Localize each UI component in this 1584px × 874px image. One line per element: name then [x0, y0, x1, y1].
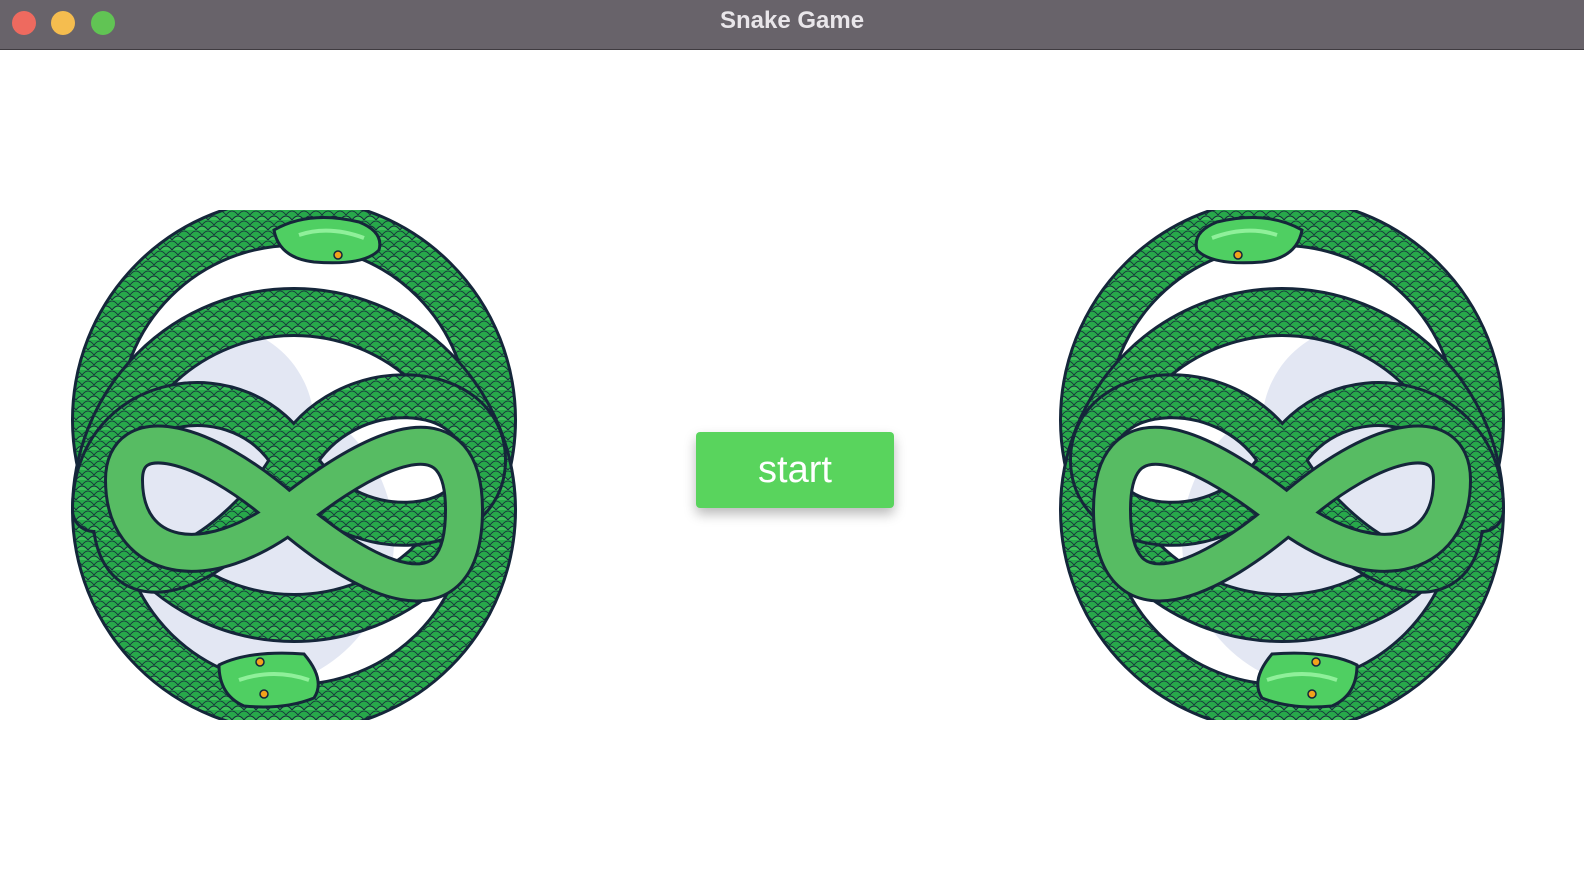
snake-head-top: [1194, 216, 1304, 265]
start-button[interactable]: start: [696, 432, 894, 508]
title-bar[interactable]: Snake Game: [0, 0, 1584, 50]
snake-head-top: [272, 216, 382, 265]
ouroboros-snakes-icon: [64, 210, 524, 720]
snake-head-bottom: [217, 651, 320, 709]
snake-emblem-graphic-right: [1059, 210, 1505, 720]
snake-head-bottom: [1256, 651, 1359, 709]
ouroboros-snakes-icon: [1052, 210, 1512, 720]
main-content: start: [0, 50, 1584, 874]
app-window: Snake Game start: [0, 0, 1584, 874]
snake-emblem-graphic-left: [71, 210, 517, 720]
window-title: Snake Game: [719, 7, 865, 34]
